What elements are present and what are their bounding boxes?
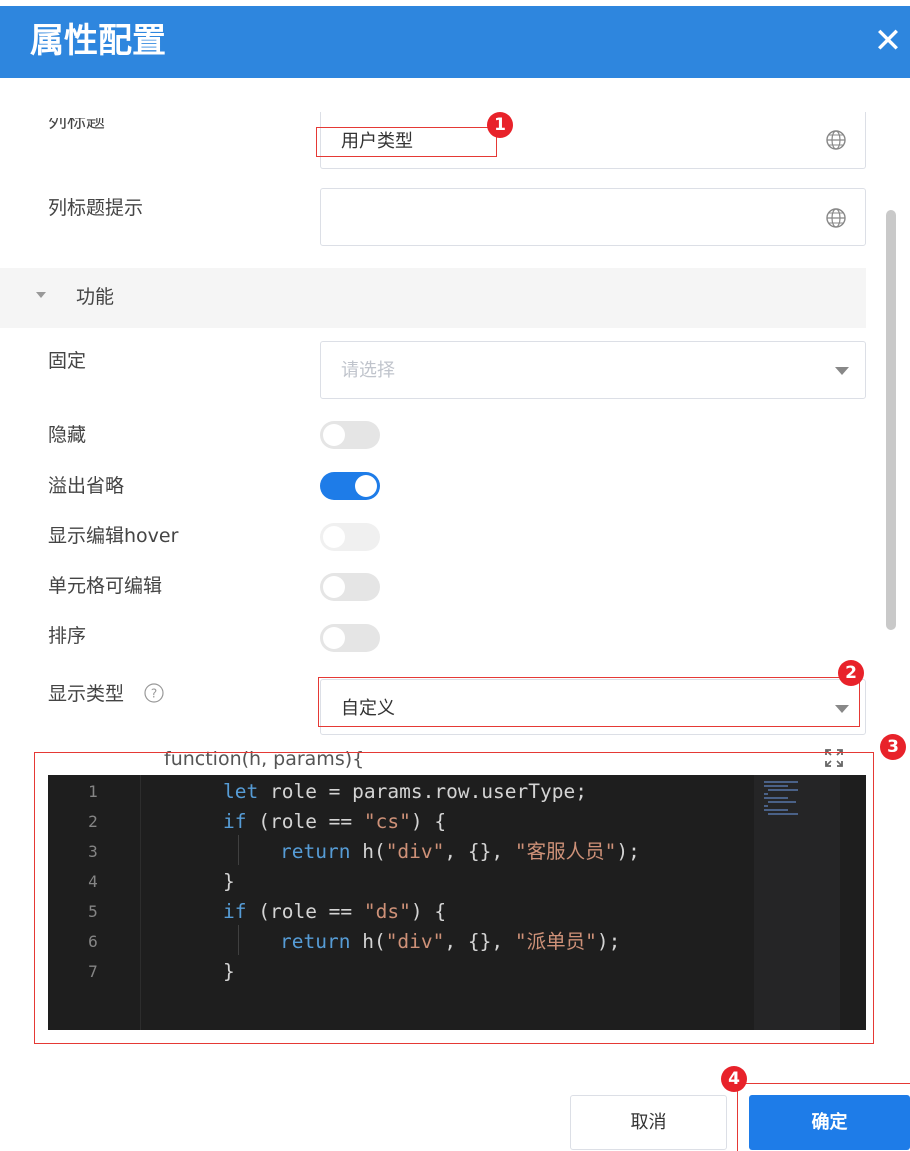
fixed-placeholder: 请选择 (341, 360, 395, 381)
chevron-down-icon (835, 367, 849, 375)
fixed-select[interactable]: 请选择 (320, 341, 866, 399)
dialog-header: 属性配置 ✕ (0, 6, 910, 78)
hidden-toggle[interactable] (320, 421, 380, 449)
cell-editable-toggle[interactable] (320, 573, 380, 601)
dialog-title: 属性配置 (30, 21, 166, 61)
sort-toggle[interactable] (320, 624, 380, 652)
scrollbar-thumb[interactable] (886, 210, 896, 630)
show-edit-hover-label: 显示编辑hover (48, 525, 179, 547)
annotation-badge-2: 2 (838, 660, 864, 686)
fixed-label: 固定 (48, 350, 87, 372)
close-icon[interactable]: ✕ (868, 18, 908, 64)
globe-icon[interactable] (825, 129, 847, 151)
annotation-box-1 (316, 127, 497, 157)
cell-editable-label: 单元格可编辑 (48, 575, 163, 597)
column-title-tip-label: 列标题提示 (48, 197, 144, 219)
annotation-badge-3: 3 (880, 734, 906, 760)
column-title-tip-input[interactable] (320, 188, 866, 246)
annotation-box-3 (34, 752, 874, 1044)
display-type-label: 显示类型 (48, 683, 125, 705)
caret-down-icon (36, 292, 46, 298)
overflow-ellipsis-label: 溢出省略 (48, 475, 125, 497)
show-edit-hover-toggle[interactable] (320, 523, 380, 551)
column-title-label: 列标题 (48, 118, 106, 132)
annotation-badge-4: 4 (721, 1066, 747, 1092)
annotation-box-4 (737, 1083, 910, 1151)
help-icon[interactable]: ? (143, 682, 165, 704)
overflow-ellipsis-toggle[interactable] (320, 472, 380, 500)
sort-label: 排序 (48, 625, 87, 647)
section-function-title: 功能 (76, 286, 115, 308)
hidden-label: 隐藏 (48, 424, 87, 446)
svg-text:?: ? (151, 687, 157, 701)
section-function-header[interactable]: 功能 (0, 268, 866, 328)
annotation-badge-1: 1 (487, 112, 513, 138)
cancel-button[interactable]: 取消 (570, 1095, 727, 1150)
globe-icon[interactable] (825, 207, 847, 229)
annotation-box-2 (318, 677, 860, 727)
